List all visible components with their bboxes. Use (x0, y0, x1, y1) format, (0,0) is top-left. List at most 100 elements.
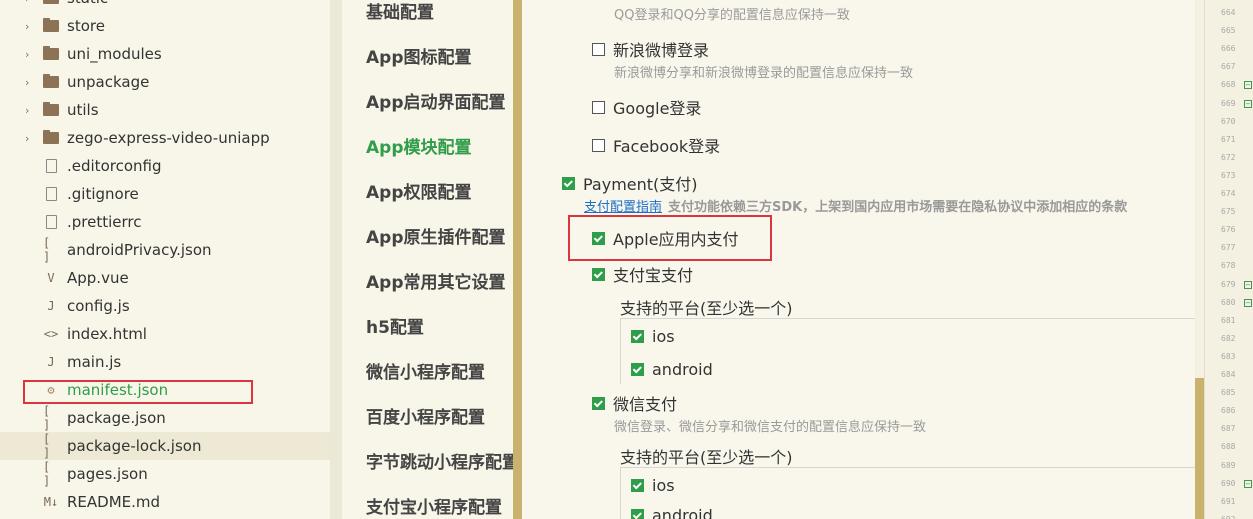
folder-icon (43, 18, 59, 34)
weibo-login-checkbox[interactable] (592, 42, 605, 56)
scrollbar-thumb[interactable] (1195, 378, 1204, 519)
google-login-option[interactable]: Google登录 (592, 97, 701, 118)
content-scrollbar[interactable] (1195, 0, 1204, 519)
settings-nav-item[interactable]: 微信小程序配置 (366, 358, 485, 383)
tree-file-prettierrc[interactable]: .prettierrc (0, 208, 330, 236)
tree-item-label: package-lock.json (67, 437, 202, 455)
line-number: 689 (1221, 460, 1236, 470)
chevron-right-icon[interactable]: › (25, 104, 35, 117)
settings-nav-item[interactable]: App图标配置 (366, 43, 472, 68)
fold-toggle-icon[interactable]: − (1244, 298, 1252, 307)
settings-nav-item[interactable]: App权限配置 (366, 178, 472, 203)
payment-option[interactable]: Payment(支付) (562, 173, 698, 194)
chevron-right-icon[interactable]: › (25, 20, 35, 33)
line-number: 679 (1221, 279, 1236, 289)
weibo-login-option[interactable]: 新浪微博登录 (592, 39, 709, 60)
line-number: 671 (1221, 134, 1236, 144)
apple-pay-checkbox[interactable] (592, 231, 605, 245)
settings-nav-item[interactable]: h5配置 (366, 313, 424, 338)
line-number: 690 (1221, 478, 1236, 488)
line-number: 669 (1221, 98, 1236, 108)
settings-nav-item[interactable]: 支付宝小程序配置 (366, 493, 502, 518)
file-icon (43, 158, 59, 174)
tree-folder-utils[interactable]: › utils (0, 96, 330, 124)
alipay-platform-android[interactable]: android (631, 359, 713, 379)
tree-folder-uni-modules[interactable]: › uni_modules (0, 40, 330, 68)
line-number: 681 (1221, 315, 1236, 325)
tree-item-label: package.json (67, 409, 166, 427)
settings-nav-item[interactable]: 百度小程序配置 (366, 403, 485, 428)
tree-file-app-vue[interactable]: V App.vue (0, 264, 330, 292)
tree-file-config-js[interactable]: Jconfig.js (0, 292, 330, 320)
wechat-platform-ios[interactable]: ios (631, 475, 675, 495)
payment-guide-link[interactable]: 支付配置指南 (584, 196, 662, 215)
tree-folder-unpackage[interactable]: › unpackage (0, 68, 330, 96)
line-number: 676 (1221, 225, 1236, 235)
tree-file-readme-md[interactable]: M↓ README.md (0, 488, 330, 516)
settings-nav-item[interactable]: App原生插件配置 (366, 223, 506, 248)
tree-file-androidprivacy-json[interactable]: [ ] androidPrivacy.json (0, 236, 330, 264)
tree-item-label: manifest.json (67, 381, 169, 399)
html-icon: <> (43, 327, 59, 341)
settings-nav-item[interactable]: App常用其它设置 (366, 268, 506, 293)
facebook-login-option[interactable]: Facebook登录 (592, 135, 720, 156)
nav-divider[interactable] (513, 0, 522, 519)
wechat-ios-checkbox[interactable] (631, 478, 644, 492)
tree-item-label: androidPrivacy.json (67, 241, 212, 259)
tree-folder-static[interactable]: › static (0, 0, 330, 12)
wechat-platform-android[interactable]: android (631, 505, 713, 519)
chevron-right-icon[interactable]: › (25, 76, 35, 89)
wechat-platform-title: 支持的平台(至少选一个) (620, 448, 793, 467)
fold-toggle-icon[interactable]: − (1244, 81, 1252, 90)
tree-file-package-lock-json[interactable]: [ ] package-lock.json (0, 432, 330, 460)
wechat-pay-note: 微信登录、微信分享和微信支付的配置信息应保持一致 (614, 420, 927, 435)
settings-nav-item[interactable]: 字节跳动小程序配置 (366, 448, 513, 473)
tree-file-main-js[interactable]: Jmain.js (0, 348, 330, 376)
wechat-pay-checkbox[interactable] (592, 396, 605, 410)
payment-checkbox[interactable] (562, 176, 575, 190)
tree-item-label: .editorconfig (67, 157, 162, 175)
js-icon: J (47, 299, 55, 313)
chevron-right-icon[interactable]: › (25, 132, 35, 145)
line-number: 682 (1221, 333, 1236, 343)
fold-toggle-icon[interactable]: − (1244, 479, 1252, 488)
wechat-android-checkbox[interactable] (631, 508, 644, 519)
tree-file-index-html[interactable]: <> index.html (0, 320, 330, 348)
tree-divider[interactable] (330, 0, 342, 519)
settings-nav-item[interactable]: App启动界面配置 (366, 88, 506, 113)
google-login-checkbox[interactable] (592, 100, 605, 114)
alipay-android-checkbox[interactable] (631, 362, 644, 376)
alipay-ios-checkbox[interactable] (631, 329, 644, 343)
tree-file-pages-json[interactable]: [ ] pages.json (0, 460, 330, 488)
tree-file-editorconfig[interactable]: .editorconfig (0, 152, 330, 180)
tree-file-gitignore[interactable]: .gitignore (0, 180, 330, 208)
tree-folder-store[interactable]: › store (0, 12, 330, 40)
line-number: 675 (1221, 207, 1236, 217)
tree-item-label: pages.json (67, 465, 148, 483)
tree-folder-zego-express-video-uniapp[interactable]: › zego-express-video-uniapp (0, 124, 330, 152)
fold-toggle-icon[interactable]: − (1244, 280, 1252, 289)
folder-icon (43, 102, 59, 118)
tree-item-label: static (67, 0, 108, 7)
alipay-option[interactable]: 支付宝支付 (592, 264, 693, 285)
apple-pay-option[interactable]: Apple应用内支付 (592, 228, 739, 249)
chevron-right-icon[interactable]: › (25, 48, 35, 61)
settings-nav-item[interactable]: App模块配置 (366, 133, 472, 158)
tree-file-package-json[interactable]: [ ] package.json (0, 404, 330, 432)
settings-nav-item[interactable]: 基础配置 (366, 0, 434, 23)
tree-item-label: index.html (67, 325, 147, 343)
line-number: 670 (1221, 116, 1236, 126)
alipay-platform-ios[interactable]: ios (631, 326, 675, 346)
line-number: 672 (1221, 152, 1236, 162)
tree-file-manifest-json[interactable]: ⚙ manifest.json (0, 376, 330, 404)
chevron-right-icon[interactable]: › (25, 0, 35, 5)
facebook-login-checkbox[interactable] (592, 138, 605, 152)
line-number: 683 (1221, 351, 1236, 361)
fold-toggle-icon[interactable]: − (1244, 99, 1252, 108)
tree-item-label: .prettierrc (67, 213, 142, 231)
alipay-checkbox[interactable] (592, 267, 605, 281)
tree-item-label: .gitignore (67, 185, 139, 203)
json-icon: [ ] (43, 460, 51, 488)
wechat-pay-option[interactable]: 微信支付 (592, 393, 677, 414)
apple-pay-label: Apple应用内支付 (613, 230, 739, 249)
